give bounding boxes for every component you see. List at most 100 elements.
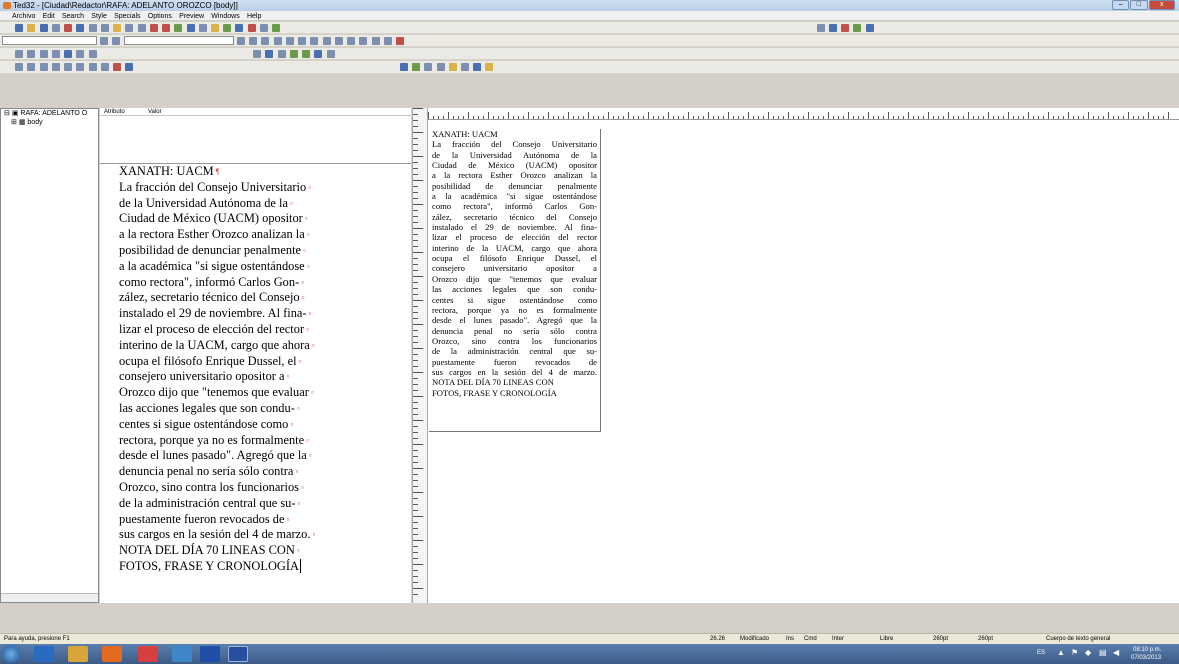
editor-line[interactable]: interino de la UACM, cargo que ahora ▫ bbox=[100, 338, 411, 354]
editor-line[interactable]: Orozco dijo que "tenemos que evaluar ▫ bbox=[100, 385, 411, 401]
preview-undo-icon[interactable] bbox=[460, 63, 469, 71]
editor-line[interactable]: Orozco, sino contra los funcionarios ▫ bbox=[100, 480, 411, 496]
list-icon[interactable] bbox=[64, 50, 73, 58]
bold-style-icon[interactable] bbox=[273, 37, 282, 45]
menu-style[interactable]: Style bbox=[91, 12, 107, 22]
note-add-icon[interactable] bbox=[125, 63, 134, 71]
nav-back-icon[interactable] bbox=[289, 50, 298, 58]
value-column-header[interactable]: Valor bbox=[148, 108, 162, 116]
plus-icon[interactable]: ⊞ bbox=[11, 119, 17, 126]
font-up-icon[interactable] bbox=[15, 63, 24, 71]
editor-line[interactable]: instalado el 29 de noviembre. Al fina- ▫ bbox=[100, 306, 411, 322]
italic-icon[interactable] bbox=[249, 37, 258, 45]
network-icon[interactable]: ▤ bbox=[1099, 648, 1107, 657]
editor-line[interactable]: como rectora", informó Carlos Gon- ▫ bbox=[100, 275, 411, 291]
redo-icon[interactable] bbox=[137, 24, 146, 32]
clock-time[interactable]: 08:10 p.m. bbox=[1133, 647, 1161, 653]
attribute-column-header[interactable]: Atributo bbox=[104, 108, 125, 116]
menu-search[interactable]: Search bbox=[62, 12, 84, 22]
close-button[interactable]: x bbox=[1148, 0, 1175, 10]
editor-line[interactable]: de la Universidad Autónoma de la ▫ bbox=[100, 196, 411, 212]
paragraph-icon[interactable] bbox=[100, 37, 109, 45]
color-icon[interactable] bbox=[334, 37, 343, 45]
spell-check-icon[interactable] bbox=[64, 24, 73, 32]
save-icon[interactable] bbox=[39, 24, 48, 32]
outdent-icon[interactable] bbox=[100, 63, 109, 71]
chrome-icon[interactable] bbox=[138, 646, 158, 662]
table-icon[interactable] bbox=[174, 24, 183, 32]
small-caps-icon[interactable] bbox=[298, 37, 307, 45]
slash-icon[interactable] bbox=[112, 37, 121, 45]
image-icon[interactable] bbox=[210, 24, 219, 32]
bullet-icon[interactable] bbox=[76, 50, 85, 58]
view-icon[interactable] bbox=[326, 50, 335, 58]
undo-icon[interactable] bbox=[125, 24, 134, 32]
bold-icon[interactable] bbox=[186, 24, 195, 32]
editor-line[interactable]: de la administración central que su- ▫ bbox=[100, 496, 411, 512]
font-down-icon[interactable] bbox=[27, 63, 36, 71]
minus-icon[interactable]: ⊟ bbox=[4, 110, 10, 117]
font-size-icon[interactable] bbox=[236, 37, 245, 45]
record-icon[interactable] bbox=[841, 24, 850, 32]
print-icon[interactable] bbox=[51, 24, 60, 32]
editor-line[interactable]: a la académica "si sigue ostentándose ▫ bbox=[100, 259, 411, 275]
menu-archivo[interactable]: Archivo bbox=[12, 12, 35, 22]
word-icon[interactable] bbox=[200, 646, 220, 662]
remove-icon[interactable] bbox=[64, 63, 73, 71]
style-combo[interactable] bbox=[2, 36, 97, 45]
media-player-icon[interactable] bbox=[34, 646, 54, 662]
preview-cut-icon[interactable] bbox=[436, 63, 445, 71]
settings-icon[interactable] bbox=[816, 24, 825, 32]
editor-line[interactable]: sus cargos en la sesión del 4 de marzo. … bbox=[100, 527, 411, 543]
style-icon[interactable] bbox=[149, 24, 158, 32]
tree-root[interactable]: ⊟ ▣ RAFA: ADELANTO O bbox=[1, 109, 98, 118]
editor-line[interactable]: rectora, porque ya no es formalmente ▫ bbox=[100, 433, 411, 449]
editor-line[interactable]: las acciones legales que son condu- ▫ bbox=[100, 401, 411, 417]
align-right-icon[interactable] bbox=[371, 37, 380, 45]
security-icon[interactable]: ◆ bbox=[1085, 648, 1091, 657]
editor-line[interactable]: FOTOS, FRASE Y CRONOLOGÍA bbox=[100, 558, 411, 575]
menu-edit[interactable]: Edit bbox=[43, 12, 55, 22]
preview-paste-icon[interactable] bbox=[448, 63, 457, 71]
maximize-button[interactable]: □ bbox=[1130, 0, 1148, 10]
align-center-icon[interactable] bbox=[359, 37, 368, 45]
ted32-taskbar-button[interactable] bbox=[228, 646, 248, 662]
menu-help[interactable]: Help bbox=[247, 12, 261, 22]
minimize-button[interactable]: – bbox=[1112, 0, 1130, 10]
format-icon[interactable] bbox=[162, 24, 171, 32]
table-col-icon[interactable] bbox=[27, 50, 36, 58]
editor-line[interactable]: ocupa el filósofo Enrique Dussel, el ▫ bbox=[100, 354, 411, 370]
flag-icon[interactable]: ⚑ bbox=[1071, 648, 1078, 657]
table-split-icon[interactable] bbox=[51, 50, 60, 58]
media-icon[interactable] bbox=[853, 24, 862, 32]
firefox-icon[interactable] bbox=[102, 646, 122, 662]
volume-icon[interactable]: ◀ bbox=[1113, 648, 1119, 657]
page-icon[interactable] bbox=[314, 50, 323, 58]
language-indicator[interactable]: ES bbox=[1037, 650, 1045, 656]
table-row-icon[interactable] bbox=[15, 50, 24, 58]
globe-icon[interactable] bbox=[235, 24, 244, 32]
underline-icon[interactable] bbox=[285, 37, 294, 45]
play-icon[interactable] bbox=[865, 24, 874, 32]
tree-horizontal-scrollbar[interactable] bbox=[1, 593, 98, 602]
arrow-icon[interactable] bbox=[395, 37, 404, 45]
editor-line[interactable]: posibilidad de denunciar penalmente ▫ bbox=[100, 243, 411, 259]
editor-line[interactable]: consejero universitario opositor a ▫ bbox=[100, 369, 411, 385]
start-button[interactable] bbox=[2, 645, 20, 663]
frame-icon[interactable] bbox=[265, 50, 274, 58]
web-icon[interactable] bbox=[828, 24, 837, 32]
editor-line[interactable]: desde el lunes pasado". Agregó que la ▫ bbox=[100, 448, 411, 464]
grid-icon[interactable] bbox=[88, 50, 97, 58]
explorer-icon[interactable] bbox=[68, 646, 88, 662]
font-combo[interactable] bbox=[123, 36, 234, 45]
link-icon[interactable] bbox=[223, 24, 232, 32]
delete-icon[interactable] bbox=[39, 63, 48, 71]
mark-icon[interactable] bbox=[113, 63, 122, 71]
clock-date[interactable]: 07/03/2013 bbox=[1131, 655, 1161, 661]
menu-specials[interactable]: Specials bbox=[114, 12, 140, 22]
preview-save-icon[interactable] bbox=[399, 63, 408, 71]
editor-line[interactable]: denuncia penal no sería sólo contra ▫ bbox=[100, 464, 411, 480]
menu-options[interactable]: Options bbox=[148, 12, 172, 22]
tag-icon[interactable] bbox=[247, 24, 256, 32]
zoom-icon[interactable] bbox=[198, 24, 207, 32]
